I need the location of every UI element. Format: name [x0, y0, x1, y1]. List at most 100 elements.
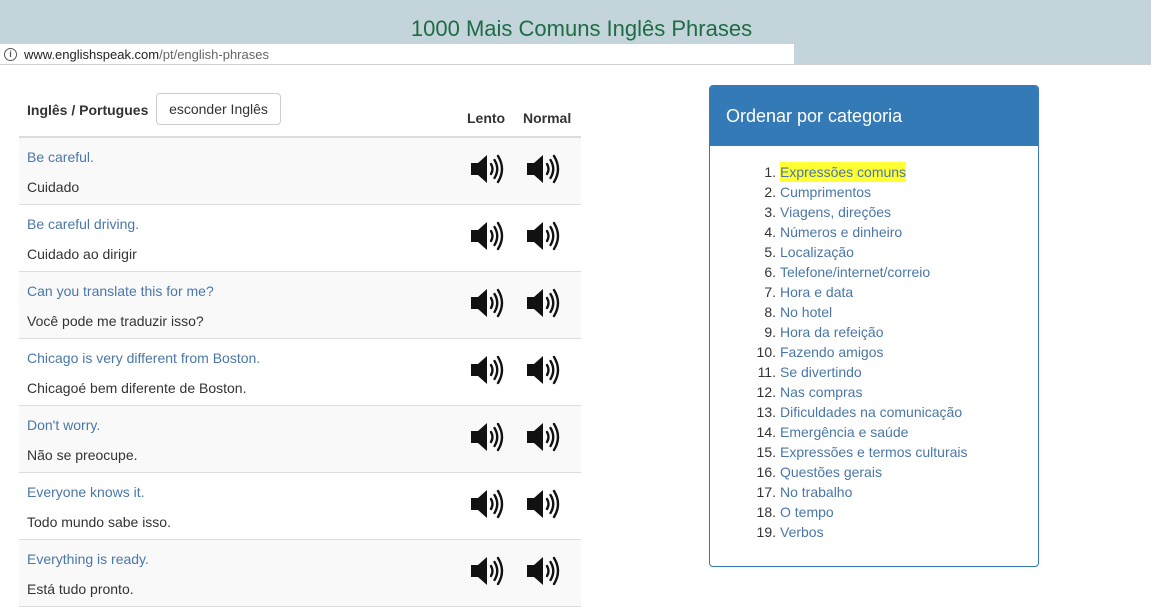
speaker-normal-icon[interactable]	[525, 554, 561, 588]
category-link[interactable]: Cumprimentos	[780, 182, 871, 202]
english-phrase-link[interactable]: Be careful driving.	[27, 216, 139, 232]
speaker-slow-icon[interactable]	[469, 420, 505, 454]
category-number: 16.	[756, 464, 776, 480]
portuguese-translation: Você pode me traduzir isso?	[27, 313, 204, 329]
phrase-table: Inglês / Portugues esconder Inglês Lento…	[19, 92, 581, 607]
address-bar[interactable]: i www.englishspeak.com/pt/english-phrase…	[0, 44, 794, 64]
speaker-normal-icon[interactable]	[525, 353, 561, 387]
category-link[interactable]: Se divertindo	[780, 362, 862, 382]
category-item: 3. Viagens, direções	[710, 202, 1038, 222]
category-link[interactable]: Expressões e termos culturais	[780, 442, 968, 462]
speaker-normal-icon[interactable]	[525, 286, 561, 320]
category-number: 11.	[757, 364, 776, 380]
phrase-rows: Be careful. Cuidado Be careful driving. Cui…	[19, 138, 581, 607]
table-row: Everything is ready. Está tudo pronto.	[19, 540, 581, 607]
category-item: 11. Se divertindo	[710, 362, 1038, 382]
english-phrase-link[interactable]: Everyone knows it.	[27, 484, 145, 500]
category-item: 7. Hora e data	[710, 282, 1038, 302]
category-number: 3.	[764, 204, 776, 220]
category-number: 15.	[756, 444, 776, 460]
category-link[interactable]: Hora e data	[780, 282, 853, 302]
speaker-slow-icon[interactable]	[469, 286, 505, 320]
category-item: 4. Números e dinheiro	[710, 222, 1038, 242]
category-number: 7.	[764, 284, 776, 300]
category-number: 13.	[756, 404, 776, 420]
category-number: 14.	[756, 424, 776, 440]
category-number: 12.	[756, 384, 776, 400]
category-panel-title: Ordenar por categoria	[710, 86, 1038, 146]
english-phrase-link[interactable]: Can you translate this for me?	[27, 283, 214, 299]
category-link[interactable]: Questões gerais	[780, 462, 882, 482]
info-icon[interactable]: i	[4, 48, 17, 61]
portuguese-translation: Cuidado	[27, 179, 80, 195]
category-number: 19.	[756, 524, 776, 540]
category-link[interactable]: Expressões comuns	[780, 162, 907, 182]
speaker-normal-icon[interactable]	[525, 487, 561, 521]
portuguese-translation: Todo mundo sabe isso.	[27, 514, 171, 530]
category-link[interactable]: Nas compras	[780, 382, 862, 402]
category-item: 13. Dificuldades na comunicação	[710, 402, 1038, 422]
category-panel: Ordenar por categoria 1. Expressões comun…	[709, 85, 1039, 567]
category-item: 19. Verbos	[710, 522, 1038, 542]
category-item: 18. O tempo	[710, 502, 1038, 522]
category-item: 1. Expressões comuns	[710, 162, 1038, 182]
category-item: 16. Questões gerais	[710, 462, 1038, 482]
speaker-slow-icon[interactable]	[469, 353, 505, 387]
portuguese-translation: Não se preocupe.	[27, 447, 138, 463]
table-row: Chicago is very different from Boston. Ch…	[19, 339, 581, 406]
table-row: Don't worry. Não se preocupe.	[19, 406, 581, 473]
url-path: /pt/english-phrases	[159, 47, 269, 62]
speaker-slow-icon[interactable]	[469, 152, 505, 186]
english-phrase-link[interactable]: Chicago is very different from Boston.	[27, 350, 260, 366]
table-row: Be careful. Cuidado	[19, 138, 581, 205]
category-number: 9.	[764, 324, 776, 340]
speaker-normal-icon[interactable]	[525, 219, 561, 253]
category-link[interactable]: Emergência e saúde	[780, 422, 908, 442]
table-row: Can you translate this for me? Você pode …	[19, 272, 581, 339]
category-number: 6.	[764, 264, 776, 280]
category-link[interactable]: Viagens, direções	[780, 202, 891, 222]
category-number: 18.	[756, 504, 776, 520]
header-normal: Normal	[523, 110, 572, 126]
category-number: 8.	[764, 304, 776, 320]
portuguese-translation: Chicagoé bem diferente de Boston.	[27, 380, 247, 396]
category-number: 5.	[764, 244, 776, 260]
category-link[interactable]: O tempo	[780, 502, 834, 522]
speaker-slow-icon[interactable]	[469, 487, 505, 521]
english-phrase-link[interactable]: Be careful.	[27, 149, 94, 165]
category-item: 15. Expressões e termos culturais	[710, 442, 1038, 462]
category-link[interactable]: Números e dinheiro	[780, 222, 902, 242]
english-phrase-link[interactable]: Everything is ready.	[27, 551, 149, 567]
header-slow: Lento	[467, 110, 506, 126]
hide-english-button[interactable]: esconder Inglês	[156, 93, 281, 125]
speaker-slow-icon[interactable]	[469, 554, 505, 588]
portuguese-translation: Está tudo pronto.	[27, 581, 134, 597]
category-link[interactable]: Localização	[780, 242, 854, 262]
category-item: 2. Cumprimentos	[710, 182, 1038, 202]
category-item: 17. No trabalho	[710, 482, 1038, 502]
category-link[interactable]: Dificuldades na comunicação	[780, 402, 962, 422]
url-text[interactable]: www.englishspeak.com/pt/english-phrases	[24, 47, 269, 62]
category-link[interactable]: Fazendo amigos	[780, 342, 884, 362]
category-link[interactable]: No trabalho	[780, 482, 852, 502]
category-number: 1.	[764, 164, 776, 180]
table-row: Be careful driving. Cuidado ao dirigir	[19, 205, 581, 272]
divider	[0, 64, 1151, 65]
category-link[interactable]: Verbos	[780, 522, 824, 542]
category-link[interactable]: Telefone/internet/correio	[780, 262, 930, 282]
table-row: Everyone knows it. Todo mundo sabe isso.	[19, 473, 581, 540]
category-number: 2.	[764, 184, 776, 200]
category-item: 9. Hora da refeição	[710, 322, 1038, 342]
speaker-normal-icon[interactable]	[525, 420, 561, 454]
category-number: 10.	[756, 344, 776, 360]
category-item: 6. Telefone/internet/correio	[710, 262, 1038, 282]
speaker-normal-icon[interactable]	[525, 152, 561, 186]
category-item: 8. No hotel	[710, 302, 1038, 322]
header-languages: Inglês / Portugues	[27, 102, 149, 118]
english-phrase-link[interactable]: Don't worry.	[27, 417, 100, 433]
category-item: 10. Fazendo amigos	[710, 342, 1038, 362]
speaker-slow-icon[interactable]	[469, 219, 505, 253]
category-item: 5. Localização	[710, 242, 1038, 262]
category-link[interactable]: No hotel	[780, 302, 832, 322]
category-link[interactable]: Hora da refeição	[780, 322, 884, 342]
